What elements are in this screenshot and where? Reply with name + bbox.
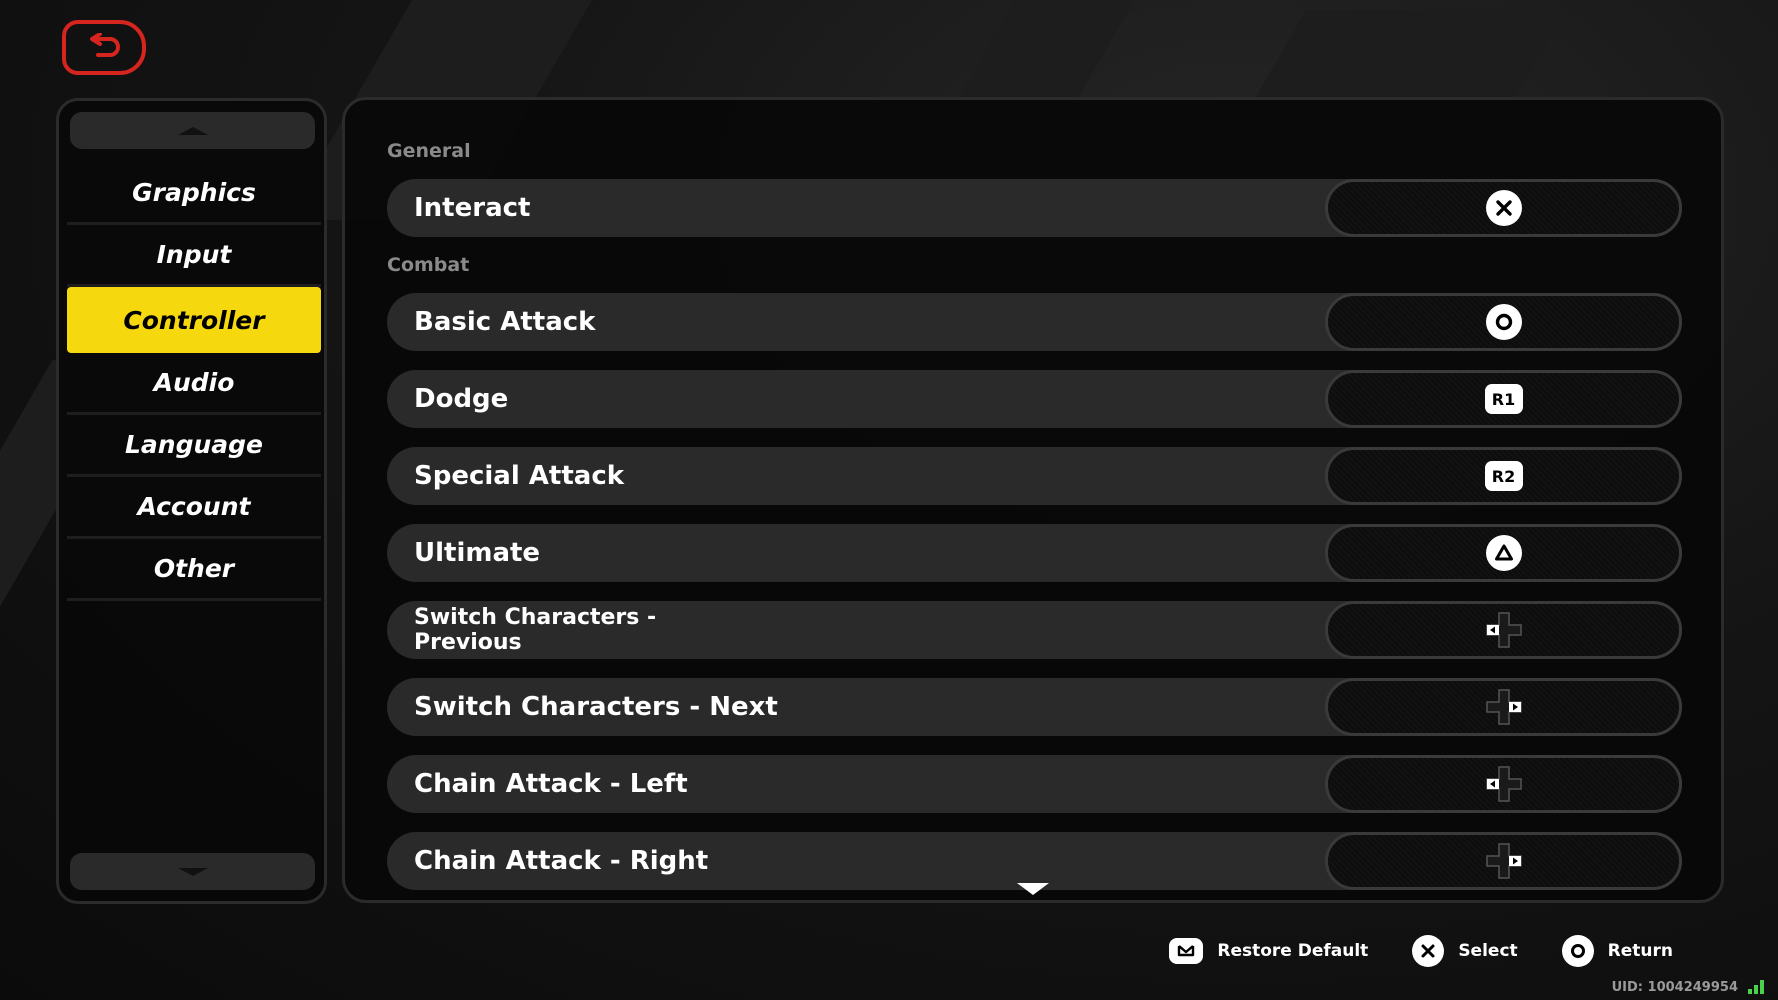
binding-label: Chain Attack - Left bbox=[414, 768, 688, 799]
binding-label: Dodge bbox=[414, 383, 509, 414]
chevron-up-icon bbox=[177, 126, 208, 135]
binding-row-switch-characters-next[interactable]: Switch Characters - Next bbox=[387, 678, 1682, 736]
binding-key-slot[interactable] bbox=[1325, 601, 1682, 659]
binding-label: Interact bbox=[414, 192, 531, 223]
sidebar-item-account[interactable]: Account bbox=[67, 477, 321, 539]
section-label-general: General bbox=[387, 140, 471, 162]
dpad-left-icon bbox=[1484, 764, 1524, 804]
touchpad-button-icon bbox=[1169, 938, 1204, 964]
select-button[interactable]: Select bbox=[1412, 935, 1518, 967]
binding-label: Ultimate bbox=[414, 537, 541, 568]
restore-default-button[interactable]: Restore Default bbox=[1169, 938, 1368, 964]
binding-key-slot[interactable]: R1 bbox=[1325, 370, 1682, 428]
binding-label: Switch Characters - Next bbox=[414, 691, 778, 722]
restore-default-label: Restore Default bbox=[1217, 941, 1369, 961]
return-label: Return bbox=[1607, 941, 1673, 961]
binding-key-slot[interactable]: R2 bbox=[1325, 447, 1682, 505]
binding-key-slot[interactable] bbox=[1325, 293, 1682, 351]
chevron-down-icon bbox=[177, 867, 208, 876]
back-button[interactable] bbox=[62, 20, 146, 75]
sidebar-item-language[interactable]: Language bbox=[67, 415, 321, 477]
settings-sidebar: Graphics Input Controller Audio Language… bbox=[56, 98, 327, 904]
circle-button-icon bbox=[1485, 304, 1522, 340]
binding-row-dodge[interactable]: Dodge R1 bbox=[387, 370, 1682, 428]
footer-hints: Restore Default Select Return bbox=[1169, 935, 1673, 967]
binding-key-slot[interactable] bbox=[1325, 755, 1682, 813]
binding-row-interact[interactable]: Interact bbox=[387, 179, 1682, 237]
scroll-more-indicator-icon[interactable] bbox=[1017, 883, 1049, 895]
binding-key-slot[interactable] bbox=[1325, 524, 1682, 582]
sidebar-item-audio[interactable]: Audio bbox=[67, 353, 321, 415]
cross-button-icon bbox=[1412, 935, 1445, 967]
binding-label: Chain Attack - Right bbox=[414, 845, 709, 876]
r1-button-icon: R1 bbox=[1484, 384, 1523, 414]
binding-row-chain-attack-left[interactable]: Chain Attack - Left bbox=[387, 755, 1682, 813]
dpad-right-icon bbox=[1484, 687, 1524, 727]
binding-row-chain-attack-right[interactable]: Chain Attack - Right bbox=[387, 832, 1682, 890]
binding-row-switch-characters-previous[interactable]: Switch Characters - Previous bbox=[387, 601, 1682, 659]
select-label: Select bbox=[1458, 941, 1518, 961]
binding-key-slot[interactable] bbox=[1325, 832, 1682, 890]
settings-menu: Graphics Input Controller Audio Language… bbox=[67, 163, 321, 601]
binding-label: Basic Attack bbox=[414, 306, 596, 337]
triangle-button-icon bbox=[1485, 535, 1522, 571]
sidebar-item-graphics[interactable]: Graphics bbox=[67, 163, 321, 225]
binding-label: Special Attack bbox=[414, 460, 625, 491]
sidebar-scroll-up-button[interactable] bbox=[70, 112, 315, 149]
user-id-label: UID: 1004249954 bbox=[1611, 980, 1738, 995]
section-label-combat: Combat bbox=[387, 254, 470, 276]
binding-label: Switch Characters - Previous bbox=[414, 605, 657, 655]
controller-bindings-panel: General Interact Combat Basic Attack Dod… bbox=[342, 97, 1724, 903]
dpad-left-icon bbox=[1484, 610, 1524, 650]
sidebar-item-input[interactable]: Input bbox=[67, 225, 321, 287]
binding-key-slot[interactable] bbox=[1325, 179, 1682, 237]
circle-button-icon bbox=[1561, 935, 1594, 967]
return-arrow-icon bbox=[90, 32, 120, 57]
sidebar-item-controller[interactable]: Controller bbox=[67, 287, 321, 353]
dpad-right-icon bbox=[1484, 841, 1524, 881]
sidebar-scroll-down-button[interactable] bbox=[70, 853, 315, 890]
cross-button-icon bbox=[1485, 190, 1522, 226]
binding-key-slot[interactable] bbox=[1325, 678, 1682, 736]
binding-row-ultimate[interactable]: Ultimate bbox=[387, 524, 1682, 582]
return-button[interactable]: Return bbox=[1561, 935, 1673, 967]
binding-row-special-attack[interactable]: Special Attack R2 bbox=[387, 447, 1682, 505]
binding-row-basic-attack[interactable]: Basic Attack bbox=[387, 293, 1682, 351]
sidebar-item-other[interactable]: Other bbox=[67, 539, 321, 601]
r2-button-icon: R2 bbox=[1484, 461, 1523, 491]
network-signal-icon bbox=[1748, 980, 1766, 994]
